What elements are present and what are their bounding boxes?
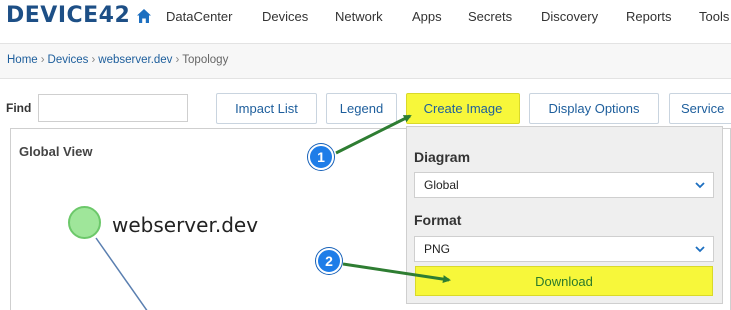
diagram-label: Diagram: [414, 149, 471, 165]
device42-logo[interactable]: DEVICE42: [6, 3, 130, 28]
impact-list-button[interactable]: Impact List: [216, 93, 317, 124]
step-marker-2: 2: [316, 248, 342, 274]
breadcrumb-bar: Home › Devices › webserver.dev › Topology: [0, 43, 731, 79]
diagram-select[interactable]: Global: [414, 172, 714, 198]
breadcrumb-home[interactable]: Home: [7, 54, 38, 66]
format-select-value: PNG: [424, 242, 451, 256]
format-label: Format: [414, 212, 462, 228]
nav-discovery[interactable]: Discovery: [541, 9, 598, 24]
nav-secrets[interactable]: Secrets: [468, 9, 512, 24]
step-marker-1: 1: [308, 144, 334, 170]
nav-apps[interactable]: Apps: [412, 9, 442, 24]
breadcrumb-device[interactable]: webserver.dev: [98, 54, 172, 66]
breadcrumb-devices[interactable]: Devices: [48, 54, 89, 66]
display-options-button[interactable]: Display Options: [529, 93, 659, 124]
device-node[interactable]: [68, 206, 101, 239]
breadcrumb-separator: ›: [91, 54, 96, 66]
diagram-select-value: Global: [424, 178, 459, 192]
breadcrumb-separator: ›: [175, 54, 180, 66]
breadcrumb-separator: ›: [40, 54, 45, 66]
nav-network[interactable]: Network: [335, 9, 383, 24]
format-select[interactable]: PNG: [414, 236, 714, 262]
nav-reports[interactable]: Reports: [626, 9, 672, 24]
find-input[interactable]: [38, 94, 188, 122]
view-title: Global View: [19, 144, 93, 159]
chevron-down-icon: [695, 246, 705, 253]
nav-devices[interactable]: Devices: [262, 9, 308, 24]
create-image-button[interactable]: Create Image: [406, 93, 520, 124]
nav-tools[interactable]: Tools: [699, 9, 729, 24]
breadcrumb-current: Topology: [182, 54, 229, 66]
nav-datacenter[interactable]: DataCenter: [166, 9, 232, 24]
service-button[interactable]: Service: [669, 93, 731, 124]
legend-button[interactable]: Legend: [326, 93, 397, 124]
find-label: Find: [6, 101, 32, 115]
home-icon[interactable]: [136, 8, 152, 24]
device-node-label[interactable]: webserver.dev: [112, 213, 258, 237]
top-navigation: DEVICE42 DataCenter Devices Network Apps…: [0, 0, 731, 34]
breadcrumb: Home › Devices › webserver.dev › Topology: [7, 54, 228, 66]
download-button[interactable]: Download: [415, 266, 713, 296]
chevron-down-icon: [695, 182, 705, 189]
